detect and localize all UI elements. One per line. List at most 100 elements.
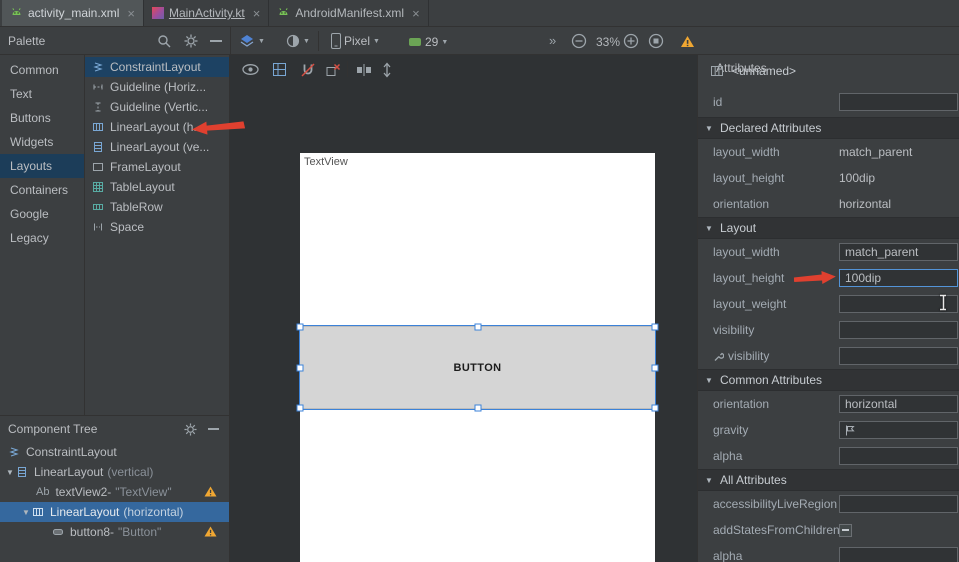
toolbar-separator [318, 31, 319, 51]
section-layout[interactable]: ▼ Layout [698, 217, 959, 239]
kotlin-icon [152, 7, 164, 19]
palette-item-framelayout[interactable]: FrameLayout [85, 157, 229, 177]
section-declared-attributes[interactable]: ▼ Declared Attributes [698, 117, 959, 139]
alpha-all-field[interactable] [839, 547, 958, 562]
android-studio-window: activity_main.xml × MainActivity.kt × An… [0, 0, 959, 562]
palette-item-tablerow[interactable]: TableRow [85, 197, 229, 217]
attr-value[interactable]: match_parent [839, 145, 912, 159]
accessibilityliveregion-field[interactable] [839, 495, 958, 513]
canvas-button[interactable]: BUTTON [453, 362, 501, 374]
layout-width-field[interactable]: match_parent [839, 243, 958, 261]
addstatesfromchildren-checkbox[interactable] [839, 524, 852, 537]
expander-icon[interactable]: ▼ [4, 468, 16, 477]
eye-icon[interactable] [242, 61, 259, 78]
clear-constraints-icon[interactable] [325, 61, 341, 78]
minimize-icon[interactable] [210, 40, 222, 42]
close-icon[interactable]: × [127, 7, 135, 20]
resize-handle[interactable] [297, 364, 304, 371]
warning-icon[interactable] [680, 35, 695, 48]
zoom-level: 33% [596, 35, 620, 49]
zoom-fit-button[interactable] [648, 33, 664, 49]
tools-visibility-field[interactable] [839, 347, 958, 365]
layout-weight-field[interactable] [839, 295, 958, 313]
attr-row: addStatesFromChildren [698, 517, 959, 543]
gear-icon[interactable] [184, 34, 198, 48]
gravity-field[interactable] [839, 421, 958, 439]
palette-category-widgets[interactable]: Widgets [0, 130, 84, 154]
warning-icon[interactable] [204, 526, 217, 537]
palette-item-space[interactable]: Space [85, 217, 229, 237]
minimize-icon[interactable] [208, 428, 219, 430]
visibility-field[interactable] [839, 321, 958, 339]
close-icon[interactable]: × [253, 7, 261, 20]
tab-androidmanifest-xml[interactable]: AndroidManifest.xml × [269, 0, 428, 26]
palette-item-constraintlayout[interactable]: ConstraintLayout [85, 57, 229, 77]
resize-handle[interactable] [297, 324, 304, 331]
attr-row: layout_width match_parent [698, 139, 959, 165]
chevron-down-icon: ▼ [303, 38, 310, 45]
blueprint-toggle-icon[interactable] [272, 61, 287, 78]
device-selector[interactable]: Pixel ▼ [331, 33, 380, 49]
resize-handle[interactable] [652, 324, 659, 331]
resize-handle[interactable] [474, 405, 481, 412]
attr-row: gravity [698, 417, 959, 443]
section-common-attributes[interactable]: ▼ Common Attributes [698, 369, 959, 391]
attr-value[interactable]: 100dip [839, 171, 875, 185]
id-field[interactable] [839, 93, 958, 111]
selected-linearlayout[interactable]: BUTTON [300, 326, 655, 409]
resize-handle[interactable] [474, 324, 481, 331]
tree-item-constraintlayout[interactable]: ConstraintLayout [0, 442, 229, 462]
palette-category-text[interactable]: Text [0, 82, 84, 106]
tree-item-linearlayout-horizontal[interactable]: ▼ LinearLayout (horizontal) [0, 502, 229, 522]
tab-mainactivity-kt[interactable]: MainActivity.kt × [144, 0, 269, 26]
orientation-field[interactable]: horizontal [839, 395, 958, 413]
zoom-out-button[interactable] [571, 33, 587, 49]
design-canvas[interactable]: TextView BUTTON [300, 153, 655, 562]
align-horizontal-icon[interactable] [356, 61, 372, 78]
canvas-textview[interactable]: TextView [304, 156, 348, 168]
palette-item-guideline-vertical[interactable]: Guideline (Vertic... [85, 97, 229, 117]
palette-category-google[interactable]: Google [0, 202, 84, 226]
collapse-icon: ▼ [703, 224, 715, 233]
attr-row: layout_width match_parent [698, 239, 959, 265]
resize-handle[interactable] [652, 405, 659, 412]
wrench-icon [713, 351, 724, 362]
palette-category-common[interactable]: Common [0, 58, 84, 82]
tab-activity-main-xml[interactable]: activity_main.xml × [2, 0, 144, 26]
section-all-attributes[interactable]: ▼ All Attributes [698, 469, 959, 491]
design-surface-selector[interactable]: ▼ [239, 34, 265, 48]
resize-handle[interactable] [297, 405, 304, 412]
palette-item-linearlayout-vertical[interactable]: LinearLayout (ve... [85, 137, 229, 157]
expand-vertical-icon[interactable] [382, 61, 392, 78]
palette-category-containers[interactable]: Containers [0, 178, 84, 202]
tree-item-button8[interactable]: button8- "Button" [0, 522, 229, 542]
expander-icon[interactable]: ▼ [20, 508, 32, 517]
tree-item-textview2[interactable]: Ab textView2- "TextView" [0, 482, 229, 502]
attr-row: visibility [698, 317, 959, 343]
theme-selector[interactable]: ▼ [286, 34, 310, 48]
attr-row: orientation horizontal [698, 191, 959, 217]
palette-category-legacy[interactable]: Legacy [0, 226, 84, 250]
palette-category-layouts[interactable]: Layouts [0, 154, 84, 178]
search-icon[interactable] [157, 34, 171, 48]
palette-item-linearlayout-horizontal[interactable]: LinearLayout (h... [85, 117, 229, 137]
close-icon[interactable]: × [412, 7, 420, 20]
palette-item-tablelayout[interactable]: TableLayout [85, 177, 229, 197]
tab-label: MainActivity.kt [169, 6, 245, 20]
alpha-field[interactable] [839, 447, 958, 465]
toolbar-separator [230, 27, 231, 55]
palette-item-guideline-horizontal[interactable]: Guideline (Horiz... [85, 77, 229, 97]
tree-item-linearlayout-vertical[interactable]: ▼ LinearLayout (vertical) [0, 462, 229, 482]
palette-category-buttons[interactable]: Buttons [0, 106, 84, 130]
android-icon [10, 7, 23, 19]
resize-handle[interactable] [652, 364, 659, 371]
layout-height-field[interactable]: 100dip [839, 269, 958, 287]
api-selector[interactable]: 29 ▼ [408, 35, 448, 49]
attr-value[interactable]: horizontal [839, 197, 891, 211]
attr-row: layout_height 100dip [698, 165, 959, 191]
gear-icon[interactable] [184, 423, 197, 436]
zoom-in-button[interactable] [623, 33, 639, 49]
warning-icon[interactable] [204, 486, 217, 497]
overflow-button[interactable]: » [549, 33, 556, 48]
magnet-off-icon[interactable] [300, 61, 316, 78]
